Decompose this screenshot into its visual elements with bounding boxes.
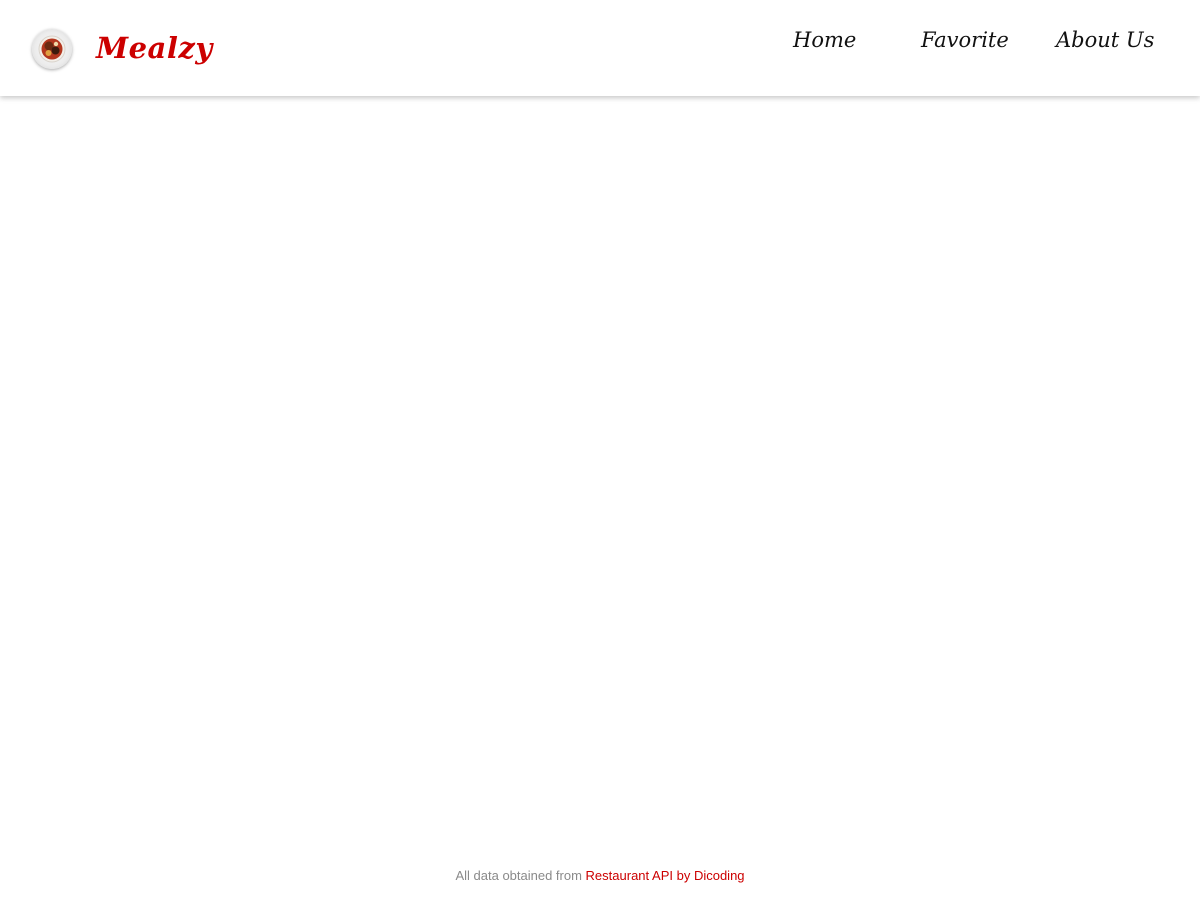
nav-favorite-link[interactable]: Favorite (921, 22, 1009, 58)
main-navigation: Home Favorite About Us (0, 22, 1200, 58)
footer-attribution-text: All data obtained from (455, 868, 586, 883)
nav-home-link[interactable]: Home (793, 22, 856, 58)
footer-api-link[interactable]: Restaurant API by Dicoding (586, 868, 745, 883)
nav-about-us-link[interactable]: About Us (1056, 22, 1154, 58)
app-header: Mealzy Home Favorite About Us (0, 0, 1200, 96)
footer: All data obtained from Restaurant API by… (0, 864, 1200, 888)
main-content (0, 96, 1200, 840)
